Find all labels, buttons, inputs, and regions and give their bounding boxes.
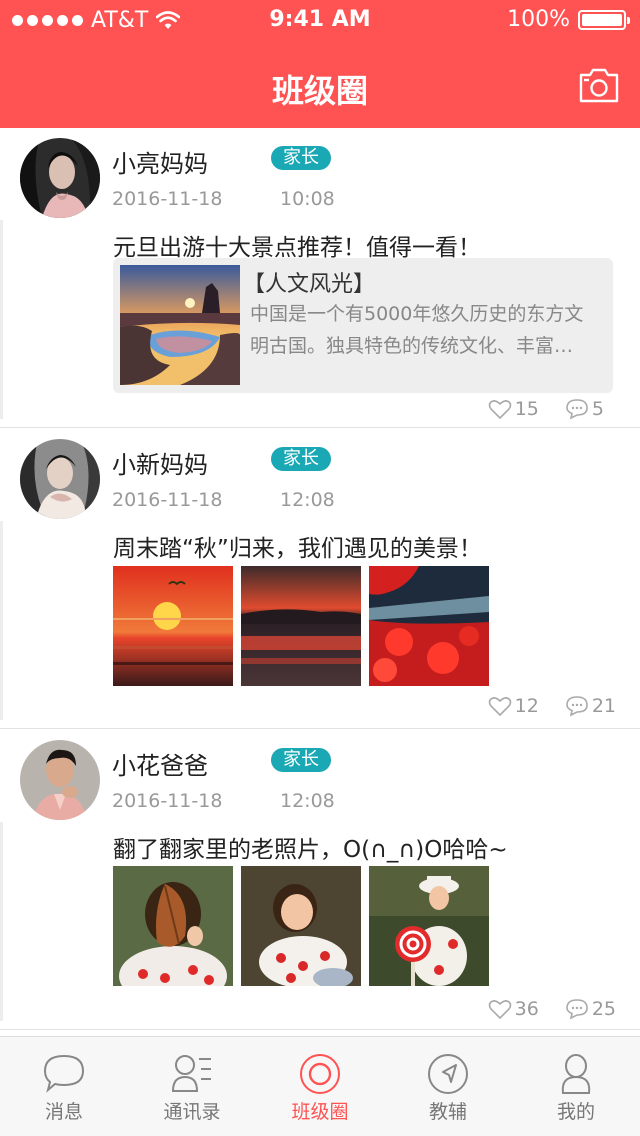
like-button[interactable]: 15 [488, 398, 539, 420]
tab-bar: 消息 通讯录 班级圈 教辅 我的 [0, 1036, 640, 1136]
comment-button[interactable]: 25 [565, 998, 616, 1020]
post-date: 2016-11-18 [112, 188, 223, 210]
post-card: 小新妈妈 家长 2016-11-18 12:08 周末踏“秋”归来，我们遇见的美… [0, 429, 640, 729]
comment-icon [566, 399, 588, 420]
post-time: 10:08 [280, 188, 335, 210]
page-title: 班级圈 [271, 72, 368, 110]
author-name[interactable]: 小亮妈妈 [112, 144, 208, 179]
post-content: 周末踏“秋”归来，我们遇见的美景！ [113, 536, 482, 562]
tab-label: 通讯录 [163, 1101, 221, 1123]
avatar[interactable] [20, 740, 100, 820]
contacts-icon [171, 1055, 211, 1092]
tab-label: 我的 [556, 1101, 595, 1123]
profile-icon [561, 1054, 591, 1094]
comment-icon [566, 999, 588, 1020]
comment-count: 25 [591, 998, 616, 1020]
tab-contacts[interactable]: 通讯录 [128, 1037, 256, 1136]
post-time: 12:08 [280, 790, 335, 812]
role-badge: 家长 [271, 447, 331, 471]
tab-messages[interactable]: 消息 [0, 1037, 128, 1136]
shared-link-card[interactable]: 【人文风光】 中国是一个有5000年悠久历史的东方文明古国。独具特色的传统文化、… [113, 258, 613, 393]
shared-link-title: 【人文风光】 [243, 272, 376, 297]
tab-label: 班级圈 [291, 1101, 349, 1123]
header: AT&T 9:41 AM 100% 班级圈 [0, 0, 640, 128]
post-content: 翻了翻家里的老照片，O(∩_∩)O哈哈~ [113, 837, 508, 863]
heart-icon [488, 400, 512, 420]
post-card: 小花爸爸 家长 2016-11-18 12:08 翻了翻家里的老照片，O(∩_∩… [0, 730, 640, 1030]
post-date: 2016-11-18 [112, 489, 223, 511]
post-photo[interactable] [369, 866, 489, 986]
heart-icon [488, 1000, 511, 1020]
comment-button[interactable]: 21 [565, 695, 616, 717]
post-photo[interactable] [113, 866, 233, 986]
post-stats: 12 21 [488, 695, 616, 717]
comment-icon [566, 696, 588, 717]
post-divider-bar [0, 220, 3, 419]
author-name[interactable]: 小花爸爸 [112, 746, 208, 781]
message-icon [43, 1054, 85, 1093]
tab-label: 教辅 [428, 1101, 467, 1123]
tab-label: 消息 [44, 1101, 83, 1123]
post-divider-bar [0, 822, 3, 1021]
role-badge: 家长 [271, 748, 331, 772]
like-button[interactable]: 12 [488, 695, 539, 717]
camera-icon[interactable] [578, 66, 620, 104]
photo-grid [113, 566, 489, 686]
compass-icon [428, 1054, 468, 1094]
post-card: 小亮妈妈 家长 2016-11-18 10:08 元旦出游十大景点推荐！值得一看… [0, 128, 640, 428]
heart-icon [488, 697, 511, 717]
author-name[interactable]: 小新妈妈 [112, 445, 208, 480]
post-time: 12:08 [280, 489, 335, 511]
shared-link-thumbnail [120, 265, 240, 385]
avatar[interactable] [20, 439, 100, 519]
status-bar: AT&T 9:41 AM 100% [0, 0, 640, 40]
post-photo[interactable] [241, 866, 361, 986]
comment-count: 21 [591, 695, 616, 717]
post-divider-bar [0, 521, 3, 720]
battery-icon [578, 9, 630, 30]
post-photo[interactable] [113, 566, 233, 686]
role-badge: 家长 [271, 146, 331, 170]
post-content: 元旦出游十大景点推荐！值得一看！ [113, 235, 481, 261]
like-count: 36 [514, 998, 539, 1020]
post-date: 2016-11-18 [112, 790, 223, 812]
like-count: 12 [514, 695, 539, 717]
comment-count: 5 [591, 398, 604, 420]
avatar[interactable] [20, 138, 100, 218]
like-count: 15 [514, 398, 539, 420]
photo-grid [113, 866, 489, 986]
status-right: 100% [507, 7, 630, 32]
post-photo[interactable] [241, 566, 361, 686]
feed[interactable]: 小亮妈妈 家长 2016-11-18 10:08 元旦出游十大景点推荐！值得一看… [0, 128, 640, 1036]
post-stats: 36 25 [488, 998, 616, 1020]
shared-link-description: 中国是一个有5000年悠久历史的东方文明古国。独具特色的传统文化、丰富… [250, 303, 584, 357]
battery-percent: 100% [507, 7, 570, 32]
tab-class-circle[interactable]: 班级圈 [256, 1037, 384, 1136]
like-button[interactable]: 36 [488, 998, 539, 1020]
circle-icon [300, 1054, 340, 1094]
comment-button[interactable]: 5 [565, 398, 604, 420]
tab-tutoring[interactable]: 教辅 [384, 1037, 512, 1136]
post-photo[interactable] [369, 566, 489, 686]
tab-profile[interactable]: 我的 [512, 1037, 640, 1136]
post-stats: 15 5 [488, 398, 604, 420]
